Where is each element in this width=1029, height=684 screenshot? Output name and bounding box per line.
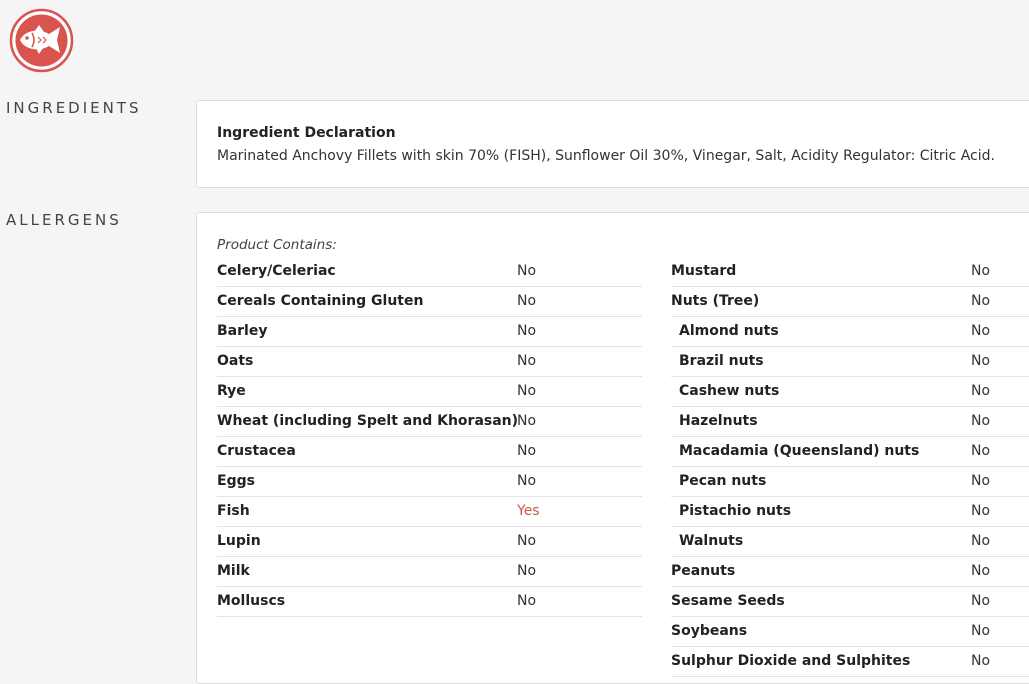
allergen-value: No	[517, 263, 537, 279]
allergen-name: Molluscs	[217, 593, 286, 609]
fish-icon	[9, 8, 74, 73]
allergen-value: No	[971, 443, 991, 459]
allergen-name: Oats	[217, 353, 254, 369]
allergen-list-right: Mustard No Nuts (Tree) No Almond nuts No Brazi…	[671, 257, 1029, 677]
allergen-name: Nuts (Tree)	[671, 293, 760, 309]
allergen-name: Soybeans	[671, 623, 748, 639]
allergen-name: Lupin	[217, 533, 261, 549]
allergen-row-wheat-including-spelt-and-khorasan: Wheat (including Spelt and Khorasan) No	[217, 407, 642, 437]
allergen-row-lupin: Lupin No	[217, 527, 642, 557]
product-contains-label: Product Contains:	[217, 237, 337, 253]
allergen-row-mustard: Mustard No	[671, 257, 1029, 287]
allergen-name: Rye	[217, 383, 246, 399]
ingredient-declaration-title: Ingredient Declaration	[217, 125, 396, 141]
allergen-row-milk: Milk No	[217, 557, 642, 587]
allergen-value: No	[971, 473, 991, 489]
allergen-row-cereals-containing-gluten: Cereals Containing Gluten No	[217, 287, 642, 317]
allergen-value: No	[971, 293, 991, 309]
allergens-panel: Product Contains: Celery/Celeriac No Cerea…	[196, 212, 1029, 684]
allergen-row-macadamia-queensland-nuts: Macadamia (Queensland) nuts No	[671, 437, 1029, 467]
allergen-name: Crustacea	[217, 443, 296, 459]
allergen-row-peanuts: Peanuts No	[671, 557, 1029, 587]
allergen-row-barley: Barley No	[217, 317, 642, 347]
ingredients-panel: Ingredient Declaration Marinated Anchovy…	[196, 100, 1029, 188]
allergen-name: Milk	[217, 563, 250, 579]
allergen-value: No	[517, 593, 537, 609]
allergen-value: No	[971, 323, 991, 339]
allergen-value: No	[971, 593, 991, 609]
allergen-row-brazil-nuts: Brazil nuts No	[671, 347, 1029, 377]
allergen-row-almond-nuts: Almond nuts No	[671, 317, 1029, 347]
allergen-row-oats: Oats No	[217, 347, 642, 377]
allergen-value: No	[517, 383, 537, 399]
allergen-name: Brazil nuts	[679, 353, 764, 369]
ingredients-heading: INGREDIENTS	[6, 99, 142, 117]
allergen-row-pistachio-nuts: Pistachio nuts No	[671, 497, 1029, 527]
allergen-value: No	[971, 623, 991, 639]
allergen-name: Wheat (including Spelt and Khorasan)	[217, 413, 519, 429]
allergen-value: No	[971, 503, 991, 519]
allergen-row-sesame-seeds: Sesame Seeds No	[671, 587, 1029, 617]
allergen-row-celery-celeriac: Celery/Celeriac No	[217, 257, 642, 287]
allergen-name: Pistachio nuts	[679, 503, 792, 519]
allergen-name: Peanuts	[671, 563, 736, 579]
allergen-value: No	[971, 413, 991, 429]
allergen-row-walnuts: Walnuts No	[671, 527, 1029, 557]
allergen-value: No	[517, 293, 537, 309]
allergen-row-cashew-nuts: Cashew nuts No	[671, 377, 1029, 407]
allergen-row-crustacea: Crustacea No	[217, 437, 642, 467]
allergen-name: Celery/Celeriac	[217, 263, 336, 279]
allergen-value: No	[971, 353, 991, 369]
allergen-value: No	[971, 533, 991, 549]
allergen-name: Sulphur Dioxide and Sulphites	[671, 653, 911, 669]
allergen-name: Macadamia (Queensland) nuts	[679, 443, 920, 459]
allergen-value: No	[517, 443, 537, 459]
allergen-name: Fish	[217, 503, 250, 519]
allergen-value: No	[517, 473, 537, 489]
allergen-row-soybeans: Soybeans No	[671, 617, 1029, 647]
allergen-list-left: Celery/Celeriac No Cereals Containing Glut…	[217, 257, 642, 617]
allergen-row-eggs: Eggs No	[217, 467, 642, 497]
allergen-name: Almond nuts	[679, 323, 779, 339]
allergen-value: Yes	[517, 503, 540, 519]
allergen-name: Eggs	[217, 473, 255, 489]
allergen-value: No	[971, 563, 991, 579]
allergen-row-molluscs: Molluscs No	[217, 587, 642, 617]
ingredient-declaration-text: Marinated Anchovy Fillets with skin 70% …	[217, 148, 995, 164]
allergen-name: Barley	[217, 323, 268, 339]
allergen-name: Cashew nuts	[679, 383, 780, 399]
allergen-row-hazelnuts: Hazelnuts No	[671, 407, 1029, 437]
allergens-heading: ALLERGENS	[6, 211, 122, 229]
allergen-value: No	[971, 653, 991, 669]
allergen-value: No	[517, 533, 537, 549]
allergen-name: Pecan nuts	[679, 473, 767, 489]
allergen-value: No	[971, 263, 991, 279]
allergen-value: No	[971, 383, 991, 399]
allergen-row-nuts-tree: Nuts (Tree) No	[671, 287, 1029, 317]
allergen-value: No	[517, 353, 537, 369]
allergen-name: Cereals Containing Gluten	[217, 293, 424, 309]
allergen-row-fish: Fish Yes	[217, 497, 642, 527]
allergen-name: Hazelnuts	[679, 413, 758, 429]
allergen-row-pecan-nuts: Pecan nuts No	[671, 467, 1029, 497]
allergen-value: No	[517, 413, 537, 429]
allergen-value: No	[517, 323, 537, 339]
allergen-name: Sesame Seeds	[671, 593, 785, 609]
allergen-name: Walnuts	[679, 533, 744, 549]
allergen-row-rye: Rye No	[217, 377, 642, 407]
allergen-name: Mustard	[671, 263, 737, 279]
allergen-value: No	[517, 563, 537, 579]
